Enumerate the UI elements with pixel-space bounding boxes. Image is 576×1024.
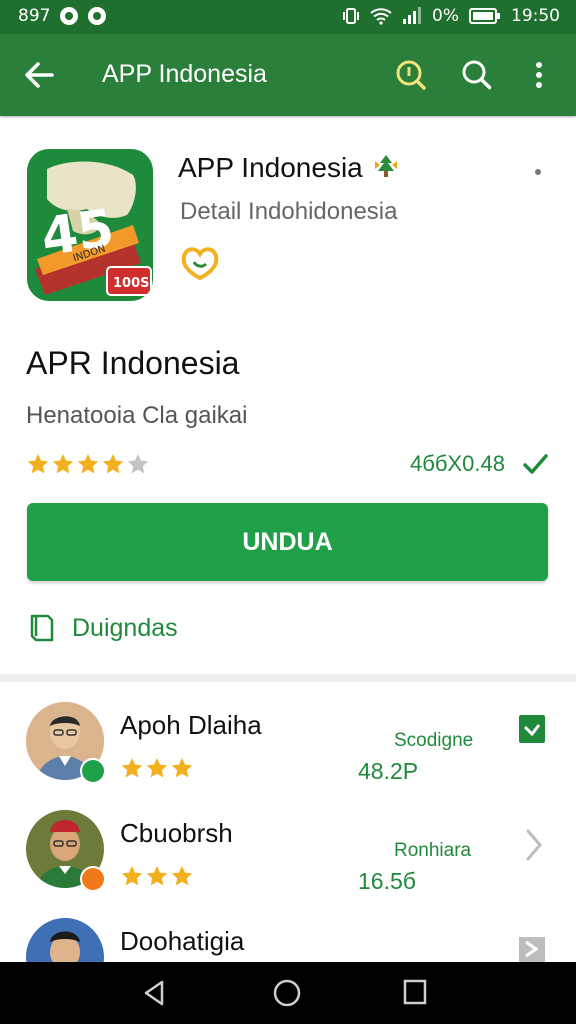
rating-value: 4ббX0.48 — [410, 451, 505, 476]
app-icon-badge-text: 100S — [113, 276, 150, 291]
verified-badge-icon — [80, 866, 106, 892]
lens-search-icon[interactable] — [394, 58, 428, 92]
editors-choice-badge-icon — [181, 247, 219, 281]
reviewer-name: Apoh Dlaiha — [120, 710, 262, 740]
avatar — [26, 918, 104, 962]
star-filled-icon — [27, 454, 49, 474]
review-item[interactable]: Apoh Dlaiha Scodigne 48.2P — [0, 700, 576, 810]
star-filled-icon — [77, 454, 99, 474]
star-filled-icon — [102, 454, 124, 474]
verified-badge-icon — [80, 758, 106, 784]
review-value: 16.5б — [358, 868, 416, 894]
app-bar-title: APP Indonesia — [102, 60, 267, 88]
leaf-emblem-icon — [374, 155, 397, 177]
nav-back-icon[interactable] — [140, 978, 168, 1008]
app-rating-stars — [26, 452, 150, 476]
system-nav-bar — [0, 962, 576, 1024]
search-icon[interactable] — [460, 58, 494, 92]
back-arrow-icon[interactable] — [22, 58, 56, 92]
star-filled-icon — [171, 758, 193, 778]
nav-recents-icon[interactable] — [402, 978, 428, 1006]
vibrate-icon — [343, 8, 360, 24]
app-bar: APP Indonesia — [0, 34, 576, 116]
reviewer-stars — [120, 864, 194, 888]
chevron-right-icon[interactable] — [524, 828, 544, 862]
app-headline: APR Indonesia — [26, 345, 240, 381]
star-empty-icon — [127, 454, 149, 474]
download-bookmark-icon — [30, 614, 54, 642]
carrier-text: 897 — [18, 6, 51, 26]
reviewer-stars — [120, 756, 194, 780]
reviewer-name: Doohatigia — [120, 926, 245, 956]
install-button[interactable]: UNDUA — [27, 503, 548, 581]
nav-home-icon[interactable] — [272, 978, 302, 1008]
star-filled-icon — [121, 758, 143, 778]
downloads-link[interactable]: Duigndas — [26, 612, 178, 644]
battery-icon — [469, 8, 500, 24]
star-filled-icon — [121, 866, 143, 886]
star-filled-icon — [146, 866, 168, 886]
review-label: Scodigne — [394, 730, 474, 751]
arrow-right-icon[interactable] — [518, 936, 546, 962]
downloads-label: Duigndas — [72, 613, 178, 642]
review-item[interactable]: Cbuobrsh Ronhiara 16.5б — [0, 808, 576, 918]
app-subheadline: Henatooia Cla gaikai — [26, 402, 248, 429]
wifi-icon — [370, 8, 392, 25]
app-icon: 45 INDON 100S — [27, 149, 153, 301]
signal-icon — [403, 7, 422, 24]
app-overflow-menu-icon[interactable] — [530, 160, 546, 184]
chat-notification-icon — [60, 7, 79, 25]
verified-check-icon — [523, 454, 548, 474]
section-divider — [0, 674, 576, 682]
battery-percent: 0% — [432, 6, 459, 26]
review-label: Ronhiara — [394, 840, 472, 861]
more-vert-icon[interactable] — [522, 58, 556, 92]
app-name: APP Indonesia — [178, 152, 401, 184]
developer-name[interactable]: Detail Indohidonesia — [180, 198, 398, 226]
clock-time: 19:50 — [511, 6, 560, 26]
star-filled-icon — [171, 866, 193, 886]
check-box-icon[interactable] — [518, 714, 546, 744]
reviewer-name: Cbuobrsh — [120, 818, 233, 848]
review-value: 48.2P — [358, 758, 419, 784]
record-notification-icon — [88, 7, 107, 25]
review-item[interactable]: Doohatigia — [0, 916, 576, 962]
star-filled-icon — [146, 758, 168, 778]
status-bar: 897 0% 19:50 — [0, 0, 576, 34]
star-filled-icon — [52, 454, 74, 474]
